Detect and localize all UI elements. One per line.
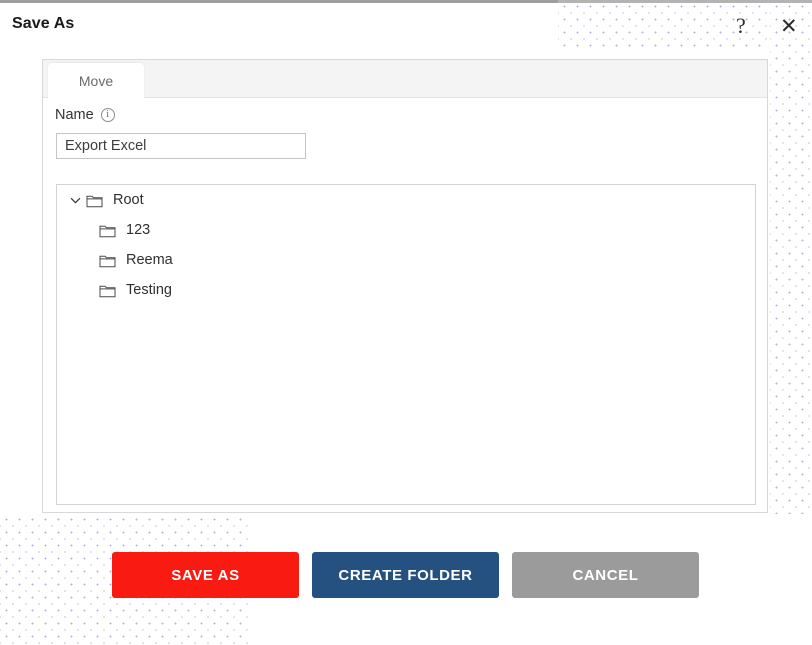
tree-item-label: Testing xyxy=(126,283,172,298)
dialog-footer: SAVE AS CREATE FOLDER CANCEL xyxy=(112,552,699,598)
name-label: Name xyxy=(55,107,94,123)
info-circle-icon[interactable]: i xyxy=(101,108,115,122)
tree-item-root[interactable]: Root xyxy=(57,185,755,215)
folder-icon xyxy=(99,283,116,298)
create-folder-button[interactable]: CREATE FOLDER xyxy=(312,552,499,598)
folder-tree[interactable]: Root 123 xyxy=(56,184,756,505)
help-icon[interactable]: ? xyxy=(736,15,746,37)
folder-icon xyxy=(99,253,116,268)
folder-icon xyxy=(86,193,103,208)
chevron-down-icon[interactable] xyxy=(67,192,83,208)
tree-item-label: Reema xyxy=(126,253,173,268)
tab-move[interactable]: Move xyxy=(48,63,144,99)
tree-item-label: 123 xyxy=(126,223,150,238)
save-as-dialog: Save As ? ✕ Move Name i xyxy=(0,3,812,645)
folder-icon xyxy=(99,223,116,238)
save-as-button[interactable]: SAVE AS xyxy=(112,552,299,598)
tab-panel: Move Name i xyxy=(42,59,768,513)
name-field-row: Name i xyxy=(55,107,115,123)
tab-strip: Move xyxy=(43,60,767,98)
tree-item-123[interactable]: 123 xyxy=(57,215,755,245)
dialog-header: Save As xyxy=(0,3,558,51)
name-input[interactable] xyxy=(56,133,306,159)
tree-item-reema[interactable]: Reema xyxy=(57,245,755,275)
dialog-title: Save As xyxy=(12,15,74,33)
close-icon[interactable]: ✕ xyxy=(780,16,798,37)
save-as-screen: Save As ? ✕ Move Name i xyxy=(0,0,812,645)
tree-item-label: Root xyxy=(113,193,144,208)
cancel-button[interactable]: CANCEL xyxy=(512,552,699,598)
tree-item-testing[interactable]: Testing xyxy=(57,275,755,305)
